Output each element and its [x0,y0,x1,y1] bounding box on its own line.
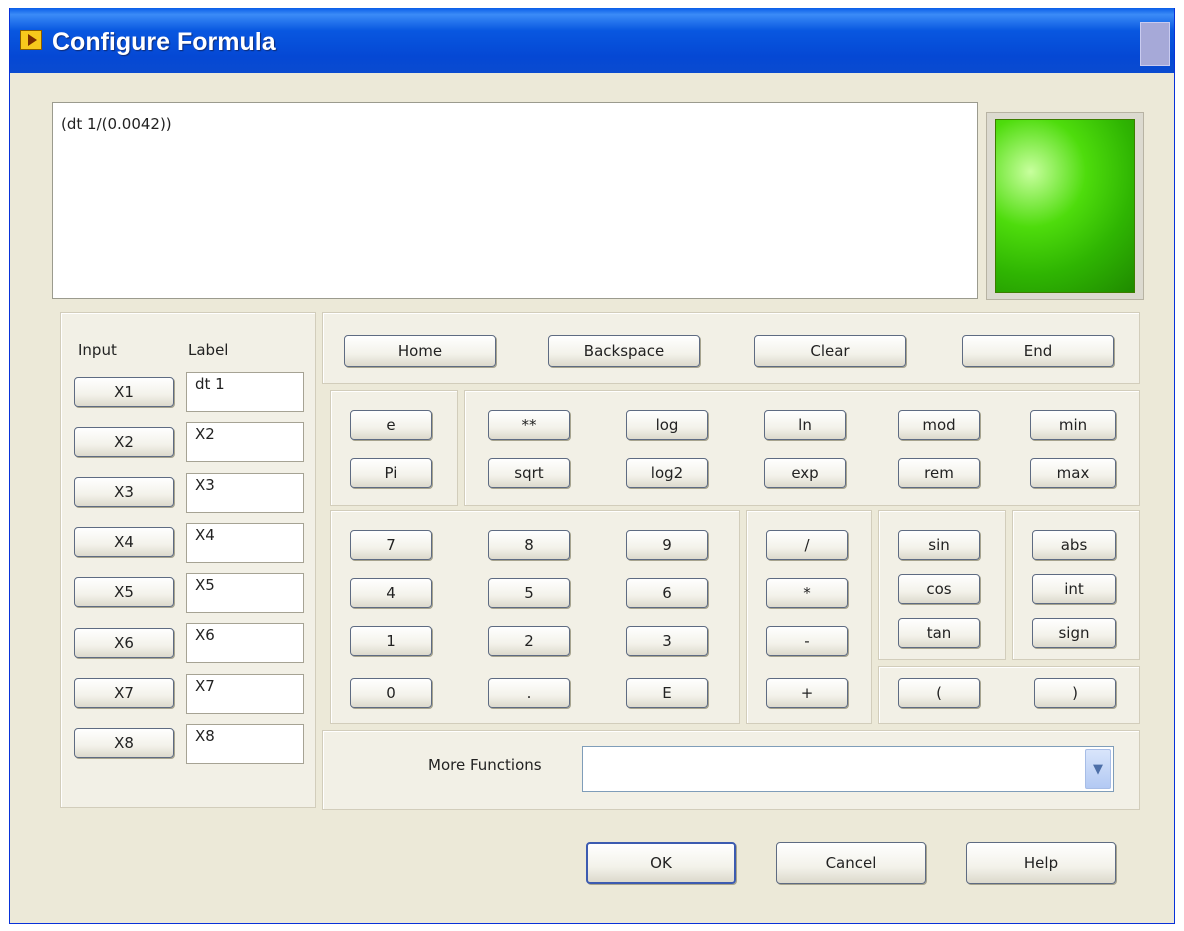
label-x3-field[interactable]: X3 [186,473,304,513]
sqrt-button[interactable]: sqrt [488,458,570,488]
e-constant-button[interactable]: e [350,410,432,440]
input-x2-button[interactable]: X2 [74,427,174,457]
digit-5-button[interactable]: 5 [488,578,570,608]
decimal-point-button[interactable]: . [488,678,570,708]
cos-button[interactable]: cos [898,574,980,604]
multiply-button[interactable]: * [766,578,848,608]
labview-icon [20,30,42,50]
digit-9-button[interactable]: 9 [626,530,708,560]
digit-0-button[interactable]: 0 [350,678,432,708]
more-functions-label: More Functions [428,756,542,774]
power-button[interactable]: ** [488,410,570,440]
home-button[interactable]: Home [344,335,496,367]
rem-button[interactable]: rem [898,458,980,488]
input-x1-button[interactable]: X1 [74,377,174,407]
exp-button[interactable]: exp [764,458,846,488]
functions-panel [464,390,1140,506]
log2-button[interactable]: log2 [626,458,708,488]
digit-1-button[interactable]: 1 [350,626,432,656]
backspace-button[interactable]: Backspace [548,335,700,367]
pi-constant-button[interactable]: Pi [350,458,432,488]
title-bar[interactable]: Configure Formula [10,8,1174,73]
formula-textarea[interactable]: (dt 1/(0.0042)) [52,102,978,299]
input-x3-button[interactable]: X3 [74,477,174,507]
help-button[interactable]: Help [966,842,1116,884]
more-functions-select[interactable]: ▼ [582,746,1114,792]
sign-button[interactable]: sign [1032,618,1116,648]
ok-button[interactable]: OK [586,842,736,884]
digit-3-button[interactable]: 3 [626,626,708,656]
label-x6-field[interactable]: X6 [186,623,304,663]
int-button[interactable]: int [1032,574,1116,604]
label-column-header: Label [188,341,229,359]
close-button[interactable] [1140,22,1170,66]
digit-2-button[interactable]: 2 [488,626,570,656]
input-x6-button[interactable]: X6 [74,628,174,658]
sin-button[interactable]: sin [898,530,980,560]
close-paren-button[interactable]: ) [1034,678,1116,708]
label-x4-field[interactable]: X4 [186,523,304,563]
status-led [986,112,1144,300]
min-button[interactable]: min [1030,410,1116,440]
label-x8-field[interactable]: X8 [186,724,304,764]
add-button[interactable]: + [766,678,848,708]
input-x8-button[interactable]: X8 [74,728,174,758]
digit-4-button[interactable]: 4 [350,578,432,608]
mod-button[interactable]: mod [898,410,980,440]
label-x2-field[interactable]: X2 [186,422,304,462]
digit-7-button[interactable]: 7 [350,530,432,560]
window-title: Configure Formula [52,28,276,56]
exponent-e-button[interactable]: E [626,678,708,708]
input-x4-button[interactable]: X4 [74,527,174,557]
label-x1-field[interactable]: dt 1 [186,372,304,412]
led-indicator [995,119,1135,293]
label-x7-field[interactable]: X7 [186,674,304,714]
abs-button[interactable]: abs [1032,530,1116,560]
formula-text: (dt 1/(0.0042)) [61,115,172,133]
max-button[interactable]: max [1030,458,1116,488]
cancel-button[interactable]: Cancel [776,842,926,884]
clear-button[interactable]: Clear [754,335,906,367]
digit-8-button[interactable]: 8 [488,530,570,560]
tan-button[interactable]: tan [898,618,980,648]
chevron-down-icon[interactable]: ▼ [1085,749,1111,789]
end-button[interactable]: End [962,335,1114,367]
digit-6-button[interactable]: 6 [626,578,708,608]
divide-button[interactable]: / [766,530,848,560]
label-x5-field[interactable]: X5 [186,573,304,613]
ln-button[interactable]: ln [764,410,846,440]
input-column-header: Input [78,341,117,359]
open-paren-button[interactable]: ( [898,678,980,708]
input-x5-button[interactable]: X5 [74,577,174,607]
subtract-button[interactable]: - [766,626,848,656]
input-x7-button[interactable]: X7 [74,678,174,708]
constants-panel [330,390,458,506]
log-button[interactable]: log [626,410,708,440]
